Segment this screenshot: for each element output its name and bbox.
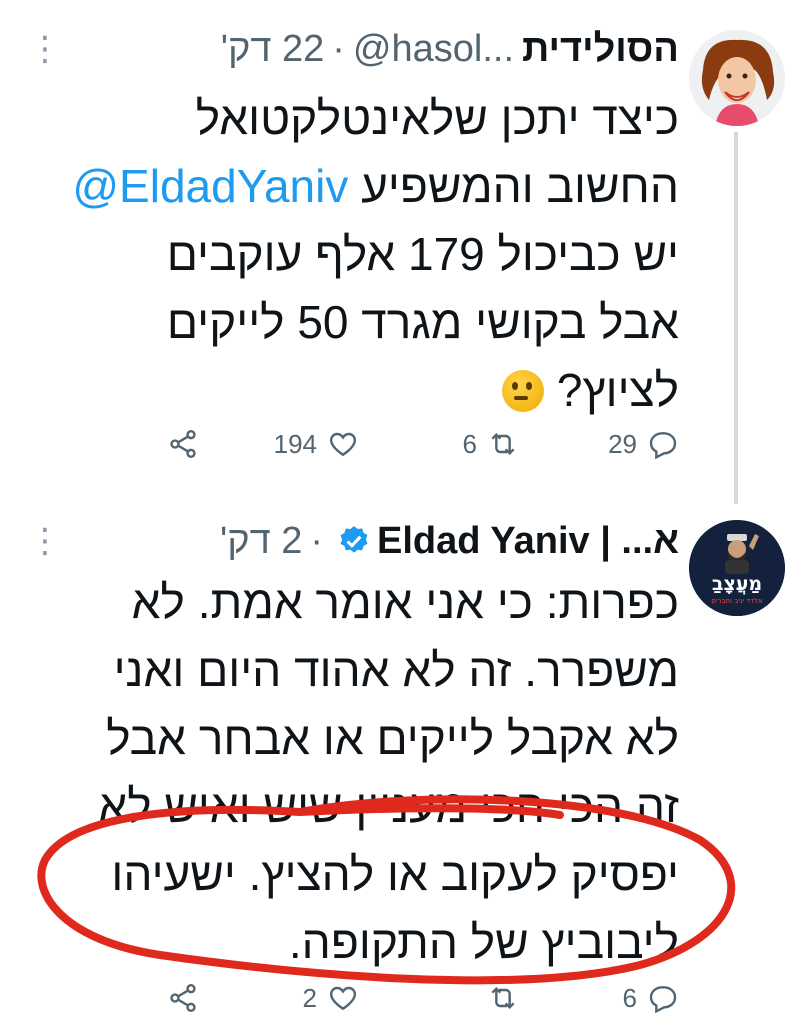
thread-line	[734, 132, 738, 504]
share-icon	[170, 430, 196, 458]
avatar[interactable]	[689, 30, 785, 126]
share-button[interactable]	[39, 428, 199, 460]
retweet-icon	[491, 986, 515, 1010]
text-line: לציוץ?	[28, 356, 679, 424]
reply-count: 29	[608, 428, 637, 459]
timestamp[interactable]: 22 דק'	[221, 28, 325, 71]
text-line: יפסיק לעקוב או להציץ. ישעיהו	[111, 848, 679, 900]
tweet-header: א... | Eldad Yaniv · 2 דק' ⋮	[28, 516, 679, 566]
thinking-face-icon	[502, 370, 545, 412]
tweet-header: הסולידית @hasol... · 22 דק' ⋮	[28, 24, 679, 74]
tweet[interactable]: מַעֲצָבַ אלדד יניב וחברים א... | Eldad Y…	[0, 500, 799, 1023]
tweet-actions: 29 6 194	[28, 424, 679, 464]
more-icon[interactable]: ⋮	[28, 29, 62, 69]
text-line: משפרר. זה לא אהוד היום ואני	[113, 644, 679, 696]
retweet-icon	[491, 432, 515, 456]
text-line: לא אקבל לייקים או אבחר אבל	[106, 712, 679, 764]
like-icon	[329, 986, 357, 1011]
display-name[interactable]: א... | Eldad Yaniv	[377, 520, 679, 563]
retweet-count: 6	[462, 428, 477, 459]
tweet[interactable]: הסולידית @hasol... · 22 דק' ⋮ כיצד יתכן …	[0, 0, 799, 504]
text-line: אבל בקושי מגרד 50 לייקים	[166, 296, 679, 348]
share-button[interactable]	[39, 982, 199, 1014]
reply-button[interactable]: 29	[519, 428, 679, 460]
text-line: החשוב והמשפיע @EldadYaniv	[72, 160, 679, 212]
text-line: כיצד יתכן שלאינטלקטואל	[195, 92, 679, 144]
like-button[interactable]: 194	[199, 428, 359, 460]
like-button[interactable]: 2	[199, 982, 359, 1014]
avatar[interactable]: מַעֲצָבַ אלדד יניב וחברים	[689, 520, 785, 616]
verified-icon	[337, 524, 371, 558]
text-line: כפרות: כי אני אומר אמת. לא	[131, 576, 679, 628]
share-icon	[170, 984, 196, 1012]
avatar-illustration	[689, 30, 785, 126]
text-line: זה הכי הכי מעניין שיש ואיש לא	[98, 780, 679, 832]
like-count: 2	[302, 982, 317, 1013]
avatar-illustration: מַעֲצָבַ אלדד יניב וחברים	[689, 520, 785, 616]
display-name[interactable]: הסולידית	[522, 28, 679, 71]
text-line: ליבוביץ של התקופה.	[288, 916, 679, 968]
reply-icon	[649, 432, 677, 460]
avatar-logo-text: מַעֲצָבַ	[712, 573, 762, 595]
retweet-button[interactable]	[359, 982, 519, 1014]
timestamp[interactable]: 2 דק'	[220, 520, 302, 563]
reply-count: 6	[622, 982, 637, 1013]
retweet-button[interactable]: 6	[359, 428, 519, 460]
tweet-actions: 6 2	[28, 978, 679, 1018]
mention-link[interactable]: @EldadYaniv	[72, 160, 348, 212]
separator-dot: ·	[310, 519, 324, 562]
text-line: יש כביכול 179 אלף עוקבים	[166, 228, 679, 280]
reply-button[interactable]: 6	[519, 982, 679, 1014]
tweet-text: כפרות: כי אני אומר אמת. לא משפרר. זה לא …	[28, 568, 679, 976]
separator-dot: ·	[332, 27, 345, 70]
like-count: 194	[273, 428, 317, 459]
tweet-text: כיצד יתכן שלאינטלקטואל החשוב והמשפיע @El…	[28, 84, 679, 424]
avatar-logo-subtext: אלדד יניב וחברים	[711, 597, 763, 605]
like-icon	[329, 432, 357, 457]
reply-icon	[649, 986, 677, 1014]
more-icon[interactable]: ⋮	[28, 521, 62, 561]
handle[interactable]: @hasol...	[353, 28, 514, 71]
